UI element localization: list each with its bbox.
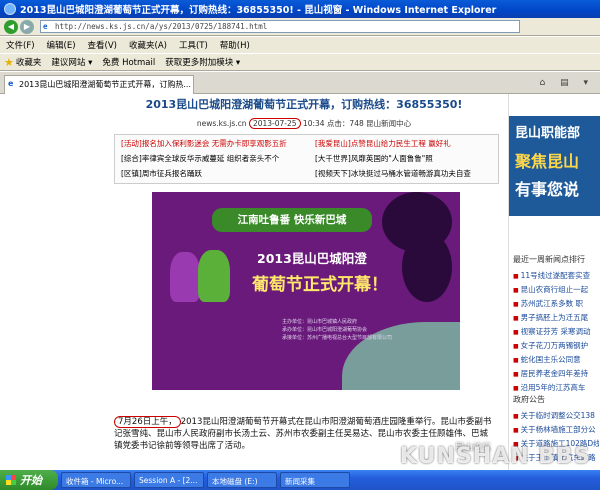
menu-bar: 文件(F) 编辑(E) 查看(V) 收藏夹(A) 工具(T) 帮助(H) [0,37,600,53]
window-title: 2013昆山巴城阳澄湖葡萄节正式开幕，订购热线：36855350! - 昆山视窗… [20,5,497,16]
forward-icon[interactable]: ▶ [20,19,34,34]
start-button[interactable]: 开始 [0,470,58,490]
suggested-sites-link[interactable]: 建议网站 ▾ [51,56,92,68]
list-item[interactable]: 11号线过遂配套实查 [513,270,599,284]
list-item[interactable]: 关于临时调整公交138 [513,410,599,424]
windows-flag-icon [6,475,16,485]
page-content: 2013昆山巴城阳澄湖葡萄节正式开幕，订购热线：36855350! news.k… [0,94,600,470]
poster-line: 承办单位：昆山市巴城阳澄湖葡萄协会 [282,327,368,333]
article: 2013昆山巴城阳澄湖葡萄节正式开幕，订购热线：36855350! news.k… [106,94,502,470]
list-item[interactable]: 视察证芬芳 采寒调动 [513,326,599,340]
list-item[interactable]: 男子搞胚上为迁五尾 [513,312,599,326]
hotmail-link[interactable]: 免费 Hotmail [102,56,155,68]
poster-main-title: 葡萄节正式开幕！ [252,275,388,295]
list-item[interactable]: 女子花刀万两镯钢护 [513,340,599,354]
left-margin [0,94,104,470]
watermark: KUNSHAN BBS [400,444,591,469]
menu-help[interactable]: 帮助(H) [220,39,250,51]
window-title-bar: 2013昆山巴城阳澄湖葡萄节正式开幕，订购热线：36855350! - 昆山视窗… [0,0,600,18]
poster-banner: 江南吐鲁番 快乐新巴城 [212,208,372,232]
favorites-bar: ★ 收藏夹 建议网站 ▾ 免费 Hotmail 获取更多附加模块 ▾ [0,53,600,71]
sidebar: 昆山职能部 聚焦昆山 有事您说 最近一周新闻点排行 11号线过遂配套实查 昆山农… [508,94,600,470]
list-item[interactable]: 蛇化国主乐公同意 [513,354,599,368]
link-item[interactable]: [综合]率律宾全球反华示威蔓延 组织者亲头不个 [121,153,279,165]
addons-link[interactable]: 获取更多附加模块 ▾ [165,56,240,68]
toolbar-icons[interactable]: ⌂ ▤ ▾ [540,78,594,88]
link-item[interactable]: [活动]报名加入保利影迷会 无需办卡即享观影五折 [121,138,287,150]
list-item[interactable]: 居民养老金四年差持 [513,368,599,382]
link-item[interactable]: [视频天下]冰块挺过马桶水管道畅游真功夫自查 [315,168,471,180]
article-meta: news.ks.js.cn 2013-07-25 10:34 点击：748 昆山… [196,118,412,129]
menu-file[interactable]: 文件(F) [6,39,35,51]
poster-line: 主办单位：昆山市巴城镇人民政府 [282,319,358,325]
link-item[interactable]: [大千世界]风靡英国的"人面鲁鲁"照 [315,153,433,165]
tab-article[interactable]: 2013昆山巴城阳澄湖葡萄节正式开幕，订购热... [4,75,194,94]
list-item[interactable]: 昆山农商行组止一起 [513,284,599,298]
tab-bar: 2013昆山巴城阳澄湖葡萄节正式开幕，订购热... ⌂ ▤ ▾ [0,72,600,94]
address-input[interactable]: http://news.ks.js.cn/a/ys/2013/0725/1887… [40,20,520,33]
menu-tools[interactable]: 工具(T) [179,39,208,51]
festival-poster: 江南吐鲁番 快乐新巴城 2013昆山巴城阳澄 葡萄节正式开幕！ 主办单位：昆山市… [152,192,460,390]
link-item[interactable]: [区镇]周市征兵报名踊跃 [121,168,202,180]
favorites-button[interactable]: ★ 收藏夹 [4,56,41,69]
star-icon: ★ [4,55,14,69]
news-ranking-heading: 最近一周新闻点排行 [513,255,585,264]
taskbar-app[interactable]: 收件箱 - Micro... [61,472,131,488]
related-links: [活动]报名加入保利影迷会 无需办卡即享观影五折 [我爱昆山]点赞昆山给力民生工… [114,134,499,184]
paragraph-date: 7月26日上午， [114,416,181,428]
gov-notice-heading: 政府公告 [513,395,545,404]
list-item[interactable]: 苏州武江系多数 职 [513,298,599,312]
address-bar-row: ◀ ▶ http://news.ks.js.cn/a/ys/2013/0725/… [0,18,600,36]
taskbar-app[interactable]: 新闻采集 [280,472,350,488]
mascot-grape [170,252,200,302]
link-item[interactable]: [我爱昆山]点赞昆山给力民生工程 赢好礼 [315,138,451,150]
poster-line: 承接单位：苏州广播电视总台大型节目部有限公司 [282,335,393,341]
article-date: 2013-07-25 [248,118,301,129]
sidebar-banner[interactable]: 昆山职能部 聚焦昆山 有事您说 [509,116,600,216]
list-item[interactable]: 关于杨林墙施工部分公 [513,424,599,438]
article-title: 2013昆山巴城阳澄湖葡萄节正式开幕，订购热线：36855350! [145,98,463,111]
taskbar: 开始 收件箱 - Micro... Session A - [2... 本地磁盘… [0,470,600,490]
news-ranking-list: 11号线过遂配套实查 昆山农商行组止一起 苏州武江系多数 职 男子搞胚上为迁五尾… [513,270,599,396]
poster-subtitle: 2013昆山巴城阳澄 [257,251,367,266]
menu-edit[interactable]: 编辑(E) [47,39,76,51]
menu-view[interactable]: 查看(V) [88,39,117,51]
taskbar-app[interactable]: Session A - [2... [134,472,204,488]
back-icon[interactable]: ◀ [4,19,18,34]
menu-favorites[interactable]: 收藏夹(A) [129,39,167,51]
ie-icon [4,3,16,15]
mascot-green [198,250,230,302]
taskbar-app[interactable]: 本地磁盘 (E:) [207,472,277,488]
